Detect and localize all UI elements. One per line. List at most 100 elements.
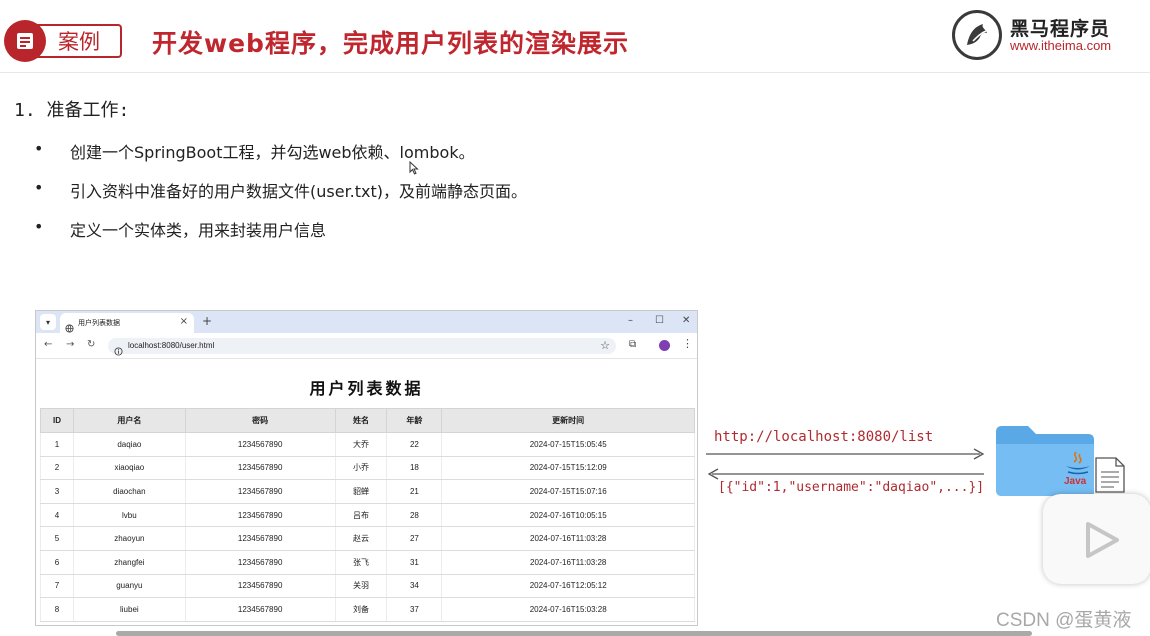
table-cell: 大乔 [334,432,388,457]
table-cell: 2024-07-15T15:12:09 [441,456,695,481]
table-cell: 关羽 [334,574,388,599]
table-row: 1 daqiao 1234567890 大乔 22 2024-07-15T15:05:45 [40,432,695,457]
table-row: 5 zhaoyun 1234567890 赵云 27 2024-07-16T11:03:2… [40,526,695,551]
table-cell: 1234567890 [184,456,336,481]
minimize-icon[interactable]: – [628,315,633,326]
request-response-arrows [706,448,985,480]
table-cell: 8 [40,597,74,622]
table-cell: liubei [72,597,186,622]
bookmark-star-icon[interactable]: ☆ [600,339,610,352]
tab-search-chevron-icon[interactable]: ▾ [40,314,56,330]
java-label: Java [1064,476,1087,487]
table-row: 3 diaochan 1234567890 貂蝉 21 2024-07-15T15:07:… [40,479,695,504]
table-cell: xiaoqiao [72,456,186,481]
table-cell: 7 [40,574,74,599]
table-header-cell: 用户名 [72,408,186,433]
table-cell: 2024-07-16T15:03:28 [441,597,695,622]
bullet-text: 定义一个实体类，用来封装用户信息 [70,221,327,240]
reload-icon[interactable]: ↻ [87,339,95,350]
table-cell: diaochan [72,479,186,504]
table-header-cell: 密码 [184,408,336,433]
forward-icon[interactable]: → [66,339,74,350]
case-label: 案例 [34,24,122,58]
table-row: 2 xiaoqiao 1234567890 小乔 18 2024-07-15T15:12:… [40,456,695,481]
new-tab-icon[interactable]: + [202,314,212,328]
maximize-icon[interactable]: ☐ [655,315,664,326]
play-button[interactable] [1043,494,1150,584]
slide-title: 开发web程序，完成用户列表的渲染展示 [152,29,629,58]
request-url: http://localhost:8080/list [714,429,934,445]
close-icon[interactable]: × [180,316,188,327]
bullet-dot: • [34,178,44,197]
table-cell: 22 [386,432,443,457]
browser-window: ▾ 用户列表数据 × + – ☐ ✕ ← → ↻ localhost:8080/… [35,310,698,626]
tab-title: 用户列表数据 [78,319,120,327]
table-cell: 2024-07-16T10:05:15 [441,503,695,528]
table-header-cell: 年龄 [386,408,443,433]
back-icon[interactable]: ← [44,339,52,350]
table-header-cell: 更新时间 [441,408,695,433]
window-close-icon[interactable]: ✕ [682,315,690,326]
table-header-cell: ID [40,408,74,433]
table-cell: 1234567890 [184,574,336,599]
bullet-text: 引入资料中准备好的用户数据文件(user.txt)，及前端静态页面。 [70,182,528,201]
table-header-row: ID 用户名 密码 姓名 年龄 更新时间 [40,408,695,433]
table-cell: 1234567890 [184,597,336,622]
brand-logo: 黑马程序员 www.itheima.com [952,8,1132,60]
more-menu-icon[interactable]: ⋮ [682,337,693,350]
table-cell: zhangfei [72,550,186,575]
horse-logo-icon [952,10,1002,60]
table-cell: 34 [386,574,443,599]
table-cell: 1234567890 [184,526,336,551]
table-cell: 2024-07-16T11:03:28 [441,526,695,551]
tab-bar: ▾ 用户列表数据 × + – ☐ ✕ [36,311,697,333]
table-cell: 刘备 [334,597,388,622]
table-cell: 31 [386,550,443,575]
horizontal-scrollbar[interactable] [116,631,1032,636]
table-row: 4 lvbu 1234567890 吕布 28 2024-07-16T10:05:15 [40,503,695,528]
brand-name: 黑马程序员 [1010,18,1111,40]
table-cell: 2024-07-15T15:05:45 [441,432,695,457]
table-cell: lvbu [72,503,186,528]
table-cell: 4 [40,503,74,528]
table-cell: guanyu [72,574,186,599]
table-cell: 1234567890 [184,550,336,575]
brand-url: www.itheima.com [1010,38,1112,53]
watermark: CSDN @蛋黄液 [996,610,1132,631]
extensions-icon[interactable]: ⧉ [629,339,636,350]
folder-icon: Java [996,426,1094,496]
table-cell: 1234567890 [184,503,336,528]
table-cell: 2 [40,456,74,481]
table-header-cell: 姓名 [334,408,388,433]
table-cell: 27 [386,526,443,551]
page-title: 用户列表数据 [309,379,424,398]
table-cell: 2024-07-16T11:03:28 [441,550,695,575]
table-body: 1 daqiao 1234567890 大乔 22 2024-07-15T15:05:45… [40,432,695,622]
url-input[interactable]: localhost:8080/user.html ☆ [108,338,616,356]
profile-avatar-icon[interactable] [659,340,670,351]
mouse-cursor-icon [409,160,419,179]
bullet-dot: • [34,139,44,158]
table-cell: 2024-07-16T12:05:12 [441,574,695,599]
table-cell: 5 [40,526,74,551]
table-cell: 1234567890 [184,479,336,504]
table-cell: 赵云 [334,526,388,551]
response-json: [{"id":1,"username":"daqiao",...}] [718,480,985,495]
address-bar: ← → ↻ localhost:8080/user.html ☆ ⧉ ⋮ [36,333,697,359]
site-info-icon[interactable] [114,341,123,360]
user-table: ID 用户名 密码 姓名 年龄 更新时间 1 daqiao 1234567890 大乔 22 202… [40,408,695,622]
header-divider [0,72,1150,73]
url-text: localhost:8080/user.html [128,341,215,350]
table-cell: daqiao [72,432,186,457]
table-cell: 吕布 [334,503,388,528]
table-cell: 小乔 [334,456,388,481]
table-row: 8 liubei 1234567890 刘备 37 2024-07-16T15:03:28 [40,597,695,622]
browser-tab[interactable]: 用户列表数据 × [60,313,194,333]
table-cell: 21 [386,479,443,504]
table-row: 6 zhangfei 1234567890 张飞 31 2024-07-16T11:03:… [40,550,695,575]
table-row: 7 guanyu 1234567890 关羽 34 2024-07-16T12:05:12 [40,574,695,599]
play-icon [1086,522,1119,558]
table-cell: zhaoyun [72,526,186,551]
table-cell: 18 [386,456,443,481]
table-cell: 3 [40,479,74,504]
